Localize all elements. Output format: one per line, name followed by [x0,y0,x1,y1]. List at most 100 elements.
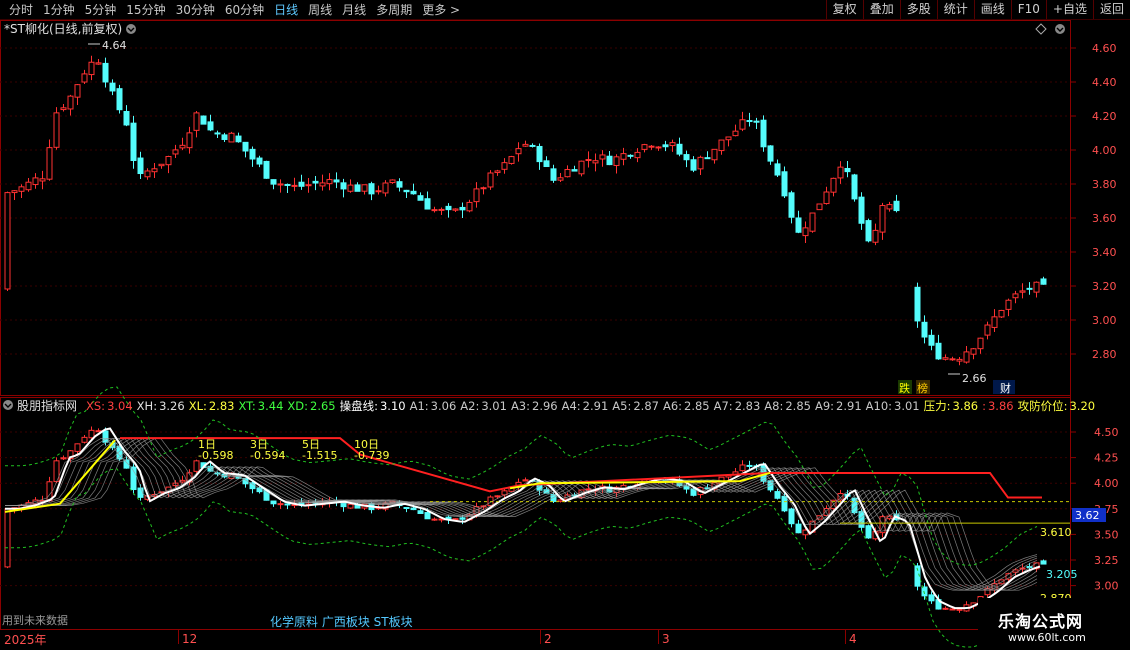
toolbar-button-1[interactable]: 叠加 [862,0,900,19]
price-tick-label: 3.40 [1092,246,1117,259]
indicator-tick-label: 4.25 [1094,452,1119,465]
main-candles [4,55,1047,366]
toolbar-button-6[interactable]: +自选 [1045,0,1093,19]
candle-body [655,146,662,149]
candle-body [977,337,984,350]
candle-body [417,195,424,201]
candle-body [389,179,396,184]
candle-body [424,512,431,520]
badge-bang[interactable]: 榜 [917,381,928,395]
indicator-menu-icon[interactable] [3,400,13,410]
candle-body [858,196,865,224]
candle-body [501,162,508,170]
tab-0[interactable]: 分时 [4,2,38,18]
badge-die[interactable]: 跌 [899,381,910,395]
candle-body [942,607,949,610]
candle-body [1005,299,1012,310]
candle-body [270,500,277,505]
current-price-tag: 3.62 [1072,508,1106,522]
toolbar-button-7[interactable]: 返回 [1092,0,1130,19]
candle-body [893,200,900,212]
candle-body [557,177,564,181]
candle-body [494,170,501,174]
candle-body [263,160,270,179]
indicator-values: XS: 3.04 XH: 3.26 XL: 2.83 XT: 3.44 XD: 2.65 操盘线: 3… [86,399,1095,413]
badge-cai[interactable]: 财 [1000,381,1011,395]
candle-body [368,183,375,195]
candle-body [1033,281,1040,293]
candle-body [508,156,515,164]
candle-body [403,507,410,510]
time-label-mar: 3 [662,632,670,646]
low-label: 2.66 [962,372,987,385]
candle-body [515,148,522,155]
candle-body [641,144,648,150]
candle-body [1012,293,1019,299]
diamond-icon[interactable] [1035,23,1047,35]
tab-3[interactable]: 15分钟 [121,2,170,18]
candle-body [95,62,102,65]
candle-body [410,190,417,195]
candle-body [130,122,137,162]
candle-body [865,220,872,242]
candle-body [522,143,529,147]
panel-menu-icon[interactable] [1055,24,1065,34]
candle-body [522,479,529,482]
time-axis: 2025年 12 2 3 4 [4,629,857,647]
kline-chart[interactable]: *ST柳化(日线,前复权) 4.64 2.66 跌 榜 财 4.604.404.… [0,20,1130,650]
candle-body [949,358,956,361]
sector-text[interactable]: 化学原料 广西板块 ST板块 [270,614,413,629]
toolbar-button-4[interactable]: 画线 [973,0,1011,19]
candle-body [445,205,452,211]
candle-body [347,503,354,509]
candle-body [109,82,116,92]
candle-body [347,184,354,192]
candle-body [256,157,263,165]
candle-body [11,190,18,194]
candle-body [886,204,893,210]
candle-body [830,177,837,193]
candle-body [158,163,165,167]
price-tick-label: 4.40 [1092,76,1117,89]
candle-body [242,141,249,152]
candle-body [928,334,935,346]
tab-1[interactable]: 1分钟 [38,2,80,18]
tab-6[interactable]: 日线 [269,2,303,18]
price-tick-label: 3.60 [1092,212,1117,225]
candle-body [396,181,403,188]
tab-2[interactable]: 5分钟 [80,2,122,18]
tab-5[interactable]: 60分钟 [220,2,269,18]
toolbar-button-5[interactable]: F10 [1010,0,1046,19]
candle-body [466,201,473,212]
event-badges[interactable]: 跌 榜 财 [898,380,1015,395]
candle-body [207,121,214,131]
candle-body [333,179,340,183]
toolbar-button-2[interactable]: 多股 [899,0,937,19]
tab-7[interactable]: 周线 [303,2,337,18]
main-title-group: *ST柳化(日线,前复权) [4,21,1065,36]
title-dropdown-icon[interactable] [126,24,136,34]
time-label-year: 2025年 [4,633,47,647]
candle-body [1026,287,1033,290]
tab-9[interactable]: 多周期 [371,2,417,18]
indicator-tick-label: 4.50 [1094,426,1119,439]
low-marker: 2.66 [948,372,987,385]
toolbar-button-0[interactable]: 复权 [825,0,863,19]
tab-10[interactable]: 更多 > [417,2,465,18]
candle-body [74,443,81,452]
candle-body [410,507,417,511]
candle-body [186,132,193,149]
candle-body [319,182,326,187]
level-label-1: 3.610 [1040,526,1072,539]
tab-4[interactable]: 30分钟 [171,2,220,18]
candle-body [585,159,592,162]
candle-body [781,495,788,512]
candle-body [494,495,501,498]
candle-body [473,188,480,203]
price-tick-label: 4.00 [1092,144,1117,157]
toolbar-button-3[interactable]: 统计 [936,0,974,19]
candle-body [214,132,221,135]
period-value-3: -0.739 [354,449,389,462]
tab-8[interactable]: 月线 [337,2,371,18]
candle-body [74,84,81,98]
